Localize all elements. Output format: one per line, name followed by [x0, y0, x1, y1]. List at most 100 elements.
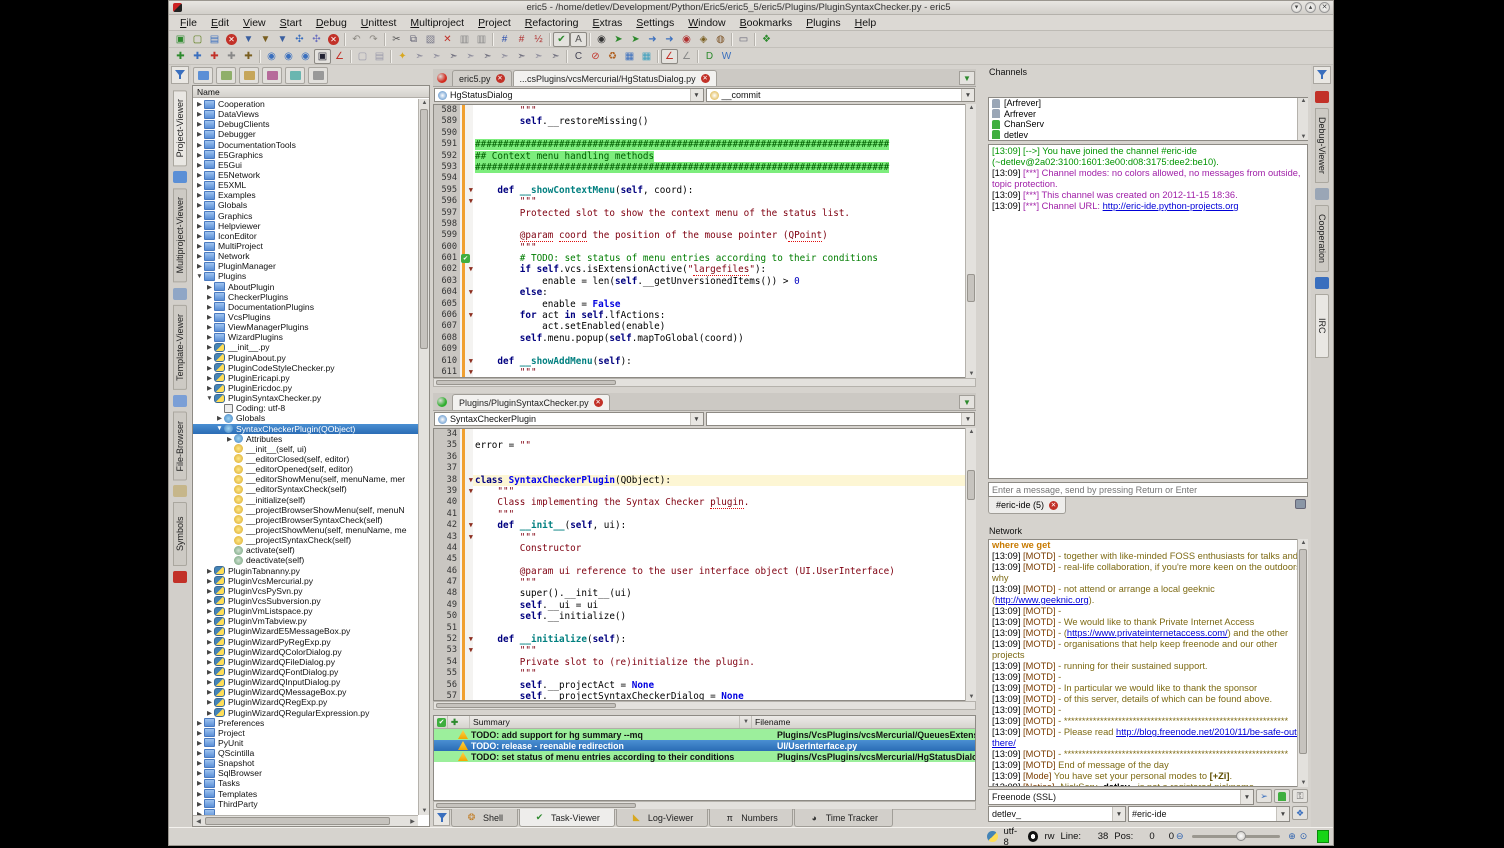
fold-margin[interactable]: ▼ — [460, 356, 473, 367]
bookmark-icon[interactable]: ◍ — [712, 32, 729, 47]
code-line[interactable]: 588 """ — [434, 105, 975, 116]
tree-item[interactable]: __editorShowMenu(self, menuName, mer — [193, 474, 418, 484]
save-as-icon[interactable]: ▼ — [257, 32, 274, 47]
expander-icon[interactable]: ▶ — [205, 343, 214, 351]
editor1-vscrollbar[interactable]: ▲ ▼ — [965, 104, 976, 378]
code-line[interactable]: 606▼ for act in self.lfActions: — [434, 310, 975, 321]
fold-margin[interactable] — [460, 299, 473, 310]
tool-tab-file-browser[interactable]: File-Browser — [173, 412, 187, 481]
pencil-icon[interactable]: ∠ — [661, 49, 678, 64]
fold-margin[interactable] — [460, 588, 473, 599]
tree-item[interactable]: activate(self) — [193, 545, 418, 555]
tree-item[interactable]: __editorClosed(self, editor) — [193, 454, 418, 464]
delete-icon[interactable]: ✕ — [439, 32, 456, 47]
exceptions-icon[interactable]: ▦ — [638, 49, 655, 64]
step-out-icon[interactable]: ➣ — [445, 49, 462, 64]
close-channel-icon[interactable]: ✕ — [1049, 501, 1058, 510]
tree-item[interactable]: ▶Tasks — [193, 778, 418, 788]
project-browser-tab-forms[interactable] — [216, 67, 236, 84]
scroll-down-icon[interactable]: ▼ — [419, 808, 430, 814]
fold-margin[interactable] — [460, 600, 473, 611]
expander-icon[interactable]: ▶ — [205, 607, 214, 615]
channel-tab-eric-ide[interactable]: #eric-ide (5) ✕ — [988, 497, 1066, 514]
irc-user-list[interactable]: [Arfrever]ArfreverChanServdetlev — [988, 97, 1308, 141]
zoom-reset-icon[interactable]: ⊙ — [1300, 831, 1308, 842]
expander-icon[interactable]: ▶ — [215, 414, 224, 422]
tree-item[interactable]: ▶__init__.py — [193, 342, 418, 352]
code-line[interactable]: 51 — [434, 623, 975, 634]
expander-icon[interactable]: ▶ — [205, 709, 214, 717]
expander-icon[interactable]: ▶ — [205, 333, 214, 341]
tree-item[interactable]: ▶Debugger — [193, 129, 418, 139]
tool-tab-irc[interactable]: IRC — [1315, 294, 1329, 358]
tree-item[interactable]: __projectBrowserShowMenu(self, menuN — [193, 505, 418, 515]
tree-item[interactable]: ▼SyntaxCheckerPlugin(QObject) — [193, 424, 418, 434]
code-line[interactable]: 597 Protected slot to show the context m… — [434, 208, 975, 219]
expander-icon[interactable]: ▶ — [205, 698, 214, 706]
expander-icon[interactable]: ▶ — [195, 739, 204, 747]
irc-user-row[interactable]: ChanServ — [989, 119, 1307, 130]
code-line[interactable]: 38▼class SyntaxCheckerPlugin(QObject): — [434, 475, 975, 486]
code-line[interactable]: 39▼ """ — [434, 486, 975, 497]
expander-icon[interactable]: ▶ — [205, 688, 214, 696]
goto-line-icon[interactable]: # — [496, 32, 513, 47]
irc-network-log[interactable]: where we get[13:09] [MOTD] - together wi… — [988, 539, 1308, 787]
tree-item[interactable]: ▶PluginWizardPyRegExp.py — [193, 636, 418, 646]
run-to-line-icon[interactable]: ➣ — [479, 49, 496, 64]
fold-arrow-icon[interactable]: ▼ — [469, 486, 473, 497]
maximize-button[interactable]: ▴ — [1305, 2, 1316, 13]
tree-item[interactable]: ▶PluginWizardQFontDialog.py — [193, 667, 418, 677]
fold-margin[interactable] — [460, 105, 473, 116]
fold-margin[interactable]: ▼ — [460, 264, 473, 275]
code-line[interactable]: 50 self.__initialize() — [434, 611, 975, 622]
class-selector[interactable]: SyntaxCheckerPlugin▼ — [434, 412, 704, 426]
tree-item[interactable]: ▶Snapshot — [193, 758, 418, 768]
new-icon[interactable]: ▢ — [189, 32, 206, 47]
project-session-icon[interactable]: ✣ — [308, 32, 325, 47]
tree-item[interactable]: ▶DocumentationTools — [193, 140, 418, 150]
expander-icon[interactable]: ▶ — [205, 587, 214, 595]
split-icon[interactable]: ½ — [530, 32, 547, 47]
expander-icon[interactable]: ▶ — [195, 141, 204, 149]
expander-icon[interactable]: ▶ — [205, 648, 214, 656]
tool-tab-template-viewer[interactable]: Template-Viewer — [173, 305, 187, 390]
zoom-in-icon[interactable]: ⊕ — [1288, 831, 1296, 842]
code-line[interactable]: 591#####################################… — [434, 139, 975, 150]
menu-window[interactable]: Window — [681, 15, 732, 31]
tree-item[interactable]: ▶Attributes — [193, 434, 418, 444]
new-window-icon[interactable]: ▣ — [172, 32, 189, 47]
tree-item[interactable]: ▶Globals — [193, 413, 418, 423]
menu-project[interactable]: Project — [471, 15, 518, 31]
expander-icon[interactable]: ▶ — [205, 364, 214, 372]
expander-icon[interactable]: ▶ — [195, 749, 204, 757]
star-icon[interactable]: ✦ — [394, 49, 411, 64]
fold-margin[interactable] — [460, 577, 473, 588]
tree-item[interactable]: ▶SqlBrowser — [193, 768, 418, 778]
fold-margin[interactable] — [460, 611, 473, 622]
fold-margin[interactable] — [460, 208, 473, 219]
expander-icon[interactable]: ▶ — [195, 729, 204, 737]
menu-start[interactable]: Start — [273, 15, 309, 31]
expander-icon[interactable]: ▶ — [195, 252, 204, 260]
tab-list-icon[interactable]: ▼ — [959, 395, 975, 409]
code-line[interactable]: 34 — [434, 429, 975, 440]
join-channel-icon[interactable]: ❖ — [1292, 806, 1308, 820]
fold-arrow-icon[interactable]: ▼ — [469, 356, 473, 367]
search-next-icon[interactable]: ➤ — [610, 32, 627, 47]
fold-margin[interactable]: ▼ — [460, 287, 473, 298]
save-icon[interactable]: ▼ — [240, 32, 257, 47]
variables-icon[interactable]: ▦ — [621, 49, 638, 64]
zoom-in-icon[interactable]: ◉ — [263, 49, 280, 64]
close-tab-icon[interactable]: ✕ — [594, 398, 603, 407]
fold-margin[interactable] — [460, 497, 473, 508]
userlist-scrollbar[interactable]: ▲▼ — [1297, 98, 1308, 140]
code-line[interactable]: 609 — [434, 344, 975, 355]
tree-item[interactable]: ▶ThirdParty — [193, 799, 418, 809]
autocomplete-icon[interactable]: A — [570, 32, 587, 47]
menu-bookmarks[interactable]: Bookmarks — [733, 15, 800, 31]
expander-icon[interactable]: ▶ — [205, 293, 214, 301]
menu-edit[interactable]: Edit — [204, 15, 236, 31]
unindent-icon[interactable]: ▥ — [473, 32, 490, 47]
fold-margin[interactable] — [460, 429, 473, 440]
tree-item[interactable]: ▶E5XML — [193, 180, 418, 190]
